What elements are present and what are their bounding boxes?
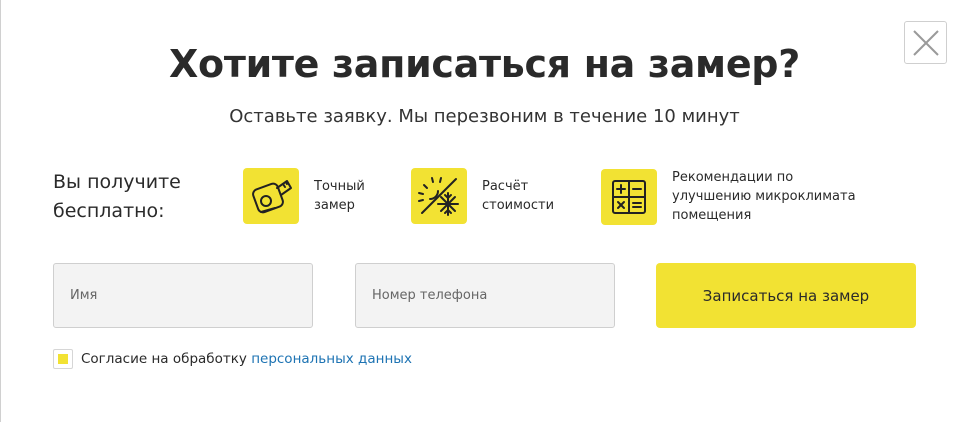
submit-button[interactable]: Записаться на замер [656,263,916,328]
sun-snowflake-icon [418,177,459,216]
tape-measure-icon [252,180,292,214]
checkbox-check-mark [58,354,68,364]
benefits-label: Вы получите бесплатно: [53,171,181,222]
consent-row: Согласие на обработку персональных данны… [53,349,412,369]
benefit-icon-box [411,168,467,224]
benefit-measure: Точный замер [243,168,365,224]
calculator-icon [612,179,646,214]
benefit-icon-box [601,168,657,225]
consent-checkbox[interactable] [53,349,73,369]
benefit-icon-box [243,168,299,224]
phone-input[interactable] [355,263,615,328]
benefit-text: Расчёт стоимости [482,179,555,213]
modal-subtitle: Оставьте заявку. Мы перезвоним в течение… [229,106,740,127]
consent-label: Согласие на обработку персональных данны… [81,351,412,367]
benefit-text: Точный замер [314,179,365,213]
benefit-recommendations: Рекомендации по улучшению микроклимата п… [601,168,856,225]
benefit-estimate: Расчёт стоимости [411,168,554,224]
modal-title: Хотите записаться на замер? [169,42,800,86]
consent-text: Согласие на обработку [81,351,252,367]
benefit-text: Рекомендации по улучшению микроклимата п… [672,170,856,223]
name-input[interactable] [53,263,313,328]
personal-data-link[interactable]: персональных данных [251,351,412,367]
